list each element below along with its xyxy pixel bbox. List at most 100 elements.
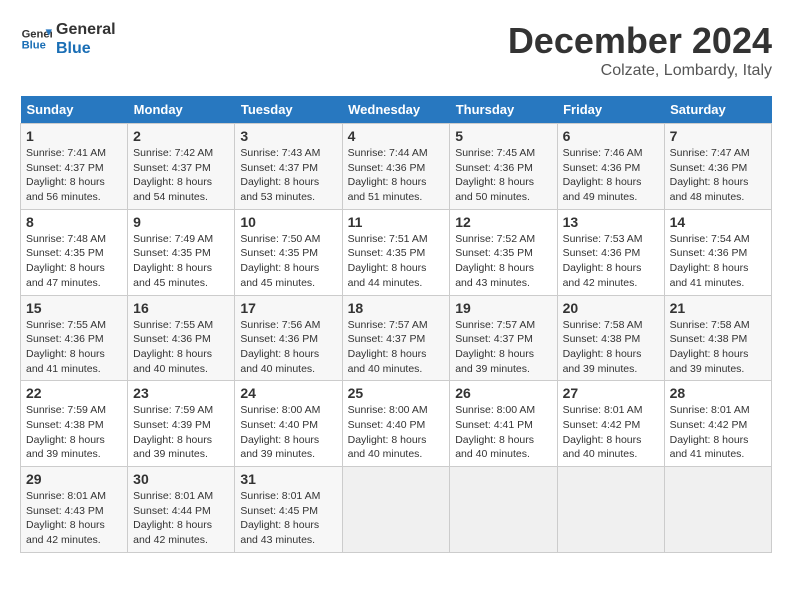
day-info: Sunrise: 7:42 AM Sunset: 4:37 PM Dayligh… [133, 146, 229, 205]
day-number: 13 [563, 214, 659, 230]
col-wednesday: Wednesday [342, 96, 450, 124]
day-info: Sunrise: 7:57 AM Sunset: 4:37 PM Dayligh… [455, 318, 551, 377]
logo-icon: General Blue [20, 23, 52, 55]
table-row: 24 Sunrise: 8:00 AM Sunset: 4:40 PM Dayl… [235, 381, 342, 467]
table-row: 14 Sunrise: 7:54 AM Sunset: 4:36 PM Dayl… [664, 209, 771, 295]
day-number: 21 [670, 300, 766, 316]
page-header: General Blue General Blue December 2024 … [20, 20, 772, 80]
day-number: 3 [240, 128, 336, 144]
day-info: Sunrise: 8:00 AM Sunset: 4:40 PM Dayligh… [348, 403, 445, 462]
day-number: 26 [455, 385, 551, 401]
table-row: 2 Sunrise: 7:42 AM Sunset: 4:37 PM Dayli… [128, 124, 235, 210]
day-number: 27 [563, 385, 659, 401]
day-number: 15 [26, 300, 122, 316]
table-row: 4 Sunrise: 7:44 AM Sunset: 4:36 PM Dayli… [342, 124, 450, 210]
calendar-week-row: 29 Sunrise: 8:01 AM Sunset: 4:43 PM Dayl… [21, 467, 772, 553]
table-row: 19 Sunrise: 7:57 AM Sunset: 4:37 PM Dayl… [450, 295, 557, 381]
day-info: Sunrise: 7:41 AM Sunset: 4:37 PM Dayligh… [26, 146, 122, 205]
day-number: 9 [133, 214, 229, 230]
table-row [664, 467, 771, 553]
day-info: Sunrise: 7:47 AM Sunset: 4:36 PM Dayligh… [670, 146, 766, 205]
day-number: 31 [240, 471, 336, 487]
table-row: 25 Sunrise: 8:00 AM Sunset: 4:40 PM Dayl… [342, 381, 450, 467]
table-row: 5 Sunrise: 7:45 AM Sunset: 4:36 PM Dayli… [450, 124, 557, 210]
table-row: 1 Sunrise: 7:41 AM Sunset: 4:37 PM Dayli… [21, 124, 128, 210]
table-row: 21 Sunrise: 7:58 AM Sunset: 4:38 PM Dayl… [664, 295, 771, 381]
table-row: 26 Sunrise: 8:00 AM Sunset: 4:41 PM Dayl… [450, 381, 557, 467]
table-row: 8 Sunrise: 7:48 AM Sunset: 4:35 PM Dayli… [21, 209, 128, 295]
day-number: 24 [240, 385, 336, 401]
table-row: 12 Sunrise: 7:52 AM Sunset: 4:35 PM Dayl… [450, 209, 557, 295]
day-number: 16 [133, 300, 229, 316]
day-info: Sunrise: 8:00 AM Sunset: 4:40 PM Dayligh… [240, 403, 336, 462]
day-number: 6 [563, 128, 659, 144]
day-info: Sunrise: 7:59 AM Sunset: 4:38 PM Dayligh… [26, 403, 122, 462]
day-info: Sunrise: 7:53 AM Sunset: 4:36 PM Dayligh… [563, 232, 659, 291]
day-number: 25 [348, 385, 445, 401]
table-row: 16 Sunrise: 7:55 AM Sunset: 4:36 PM Dayl… [128, 295, 235, 381]
table-row: 31 Sunrise: 8:01 AM Sunset: 4:45 PM Dayl… [235, 467, 342, 553]
day-number: 30 [133, 471, 229, 487]
location-title: Colzate, Lombardy, Italy [508, 62, 772, 80]
day-info: Sunrise: 7:46 AM Sunset: 4:36 PM Dayligh… [563, 146, 659, 205]
day-number: 23 [133, 385, 229, 401]
month-title: December 2024 [508, 20, 772, 62]
svg-text:Blue: Blue [22, 40, 46, 52]
day-number: 28 [670, 385, 766, 401]
table-row: 7 Sunrise: 7:47 AM Sunset: 4:36 PM Dayli… [664, 124, 771, 210]
day-number: 19 [455, 300, 551, 316]
calendar-header-row: Sunday Monday Tuesday Wednesday Thursday… [21, 96, 772, 124]
day-info: Sunrise: 7:54 AM Sunset: 4:36 PM Dayligh… [670, 232, 766, 291]
table-row: 6 Sunrise: 7:46 AM Sunset: 4:36 PM Dayli… [557, 124, 664, 210]
table-row: 9 Sunrise: 7:49 AM Sunset: 4:35 PM Dayli… [128, 209, 235, 295]
logo: General Blue General Blue [20, 20, 116, 58]
logo-line1: General [56, 20, 116, 39]
day-info: Sunrise: 7:45 AM Sunset: 4:36 PM Dayligh… [455, 146, 551, 205]
day-info: Sunrise: 8:00 AM Sunset: 4:41 PM Dayligh… [455, 403, 551, 462]
day-number: 10 [240, 214, 336, 230]
day-info: Sunrise: 8:01 AM Sunset: 4:42 PM Dayligh… [670, 403, 766, 462]
table-row: 10 Sunrise: 7:50 AM Sunset: 4:35 PM Dayl… [235, 209, 342, 295]
day-info: Sunrise: 7:56 AM Sunset: 4:36 PM Dayligh… [240, 318, 336, 377]
logo-line2: Blue [56, 39, 116, 58]
day-number: 14 [670, 214, 766, 230]
table-row: 30 Sunrise: 8:01 AM Sunset: 4:44 PM Dayl… [128, 467, 235, 553]
table-row: 13 Sunrise: 7:53 AM Sunset: 4:36 PM Dayl… [557, 209, 664, 295]
day-number: 8 [26, 214, 122, 230]
calendar-week-row: 15 Sunrise: 7:55 AM Sunset: 4:36 PM Dayl… [21, 295, 772, 381]
day-number: 11 [348, 214, 445, 230]
table-row: 28 Sunrise: 8:01 AM Sunset: 4:42 PM Dayl… [664, 381, 771, 467]
calendar-week-row: 8 Sunrise: 7:48 AM Sunset: 4:35 PM Dayli… [21, 209, 772, 295]
table-row [450, 467, 557, 553]
table-row [342, 467, 450, 553]
table-row: 18 Sunrise: 7:57 AM Sunset: 4:37 PM Dayl… [342, 295, 450, 381]
table-row: 27 Sunrise: 8:01 AM Sunset: 4:42 PM Dayl… [557, 381, 664, 467]
day-info: Sunrise: 7:58 AM Sunset: 4:38 PM Dayligh… [670, 318, 766, 377]
col-friday: Friday [557, 96, 664, 124]
day-number: 7 [670, 128, 766, 144]
day-info: Sunrise: 7:51 AM Sunset: 4:35 PM Dayligh… [348, 232, 445, 291]
table-row: 11 Sunrise: 7:51 AM Sunset: 4:35 PM Dayl… [342, 209, 450, 295]
day-info: Sunrise: 8:01 AM Sunset: 4:44 PM Dayligh… [133, 489, 229, 548]
day-number: 5 [455, 128, 551, 144]
day-info: Sunrise: 7:43 AM Sunset: 4:37 PM Dayligh… [240, 146, 336, 205]
day-info: Sunrise: 7:59 AM Sunset: 4:39 PM Dayligh… [133, 403, 229, 462]
day-info: Sunrise: 7:49 AM Sunset: 4:35 PM Dayligh… [133, 232, 229, 291]
day-info: Sunrise: 8:01 AM Sunset: 4:45 PM Dayligh… [240, 489, 336, 548]
table-row: 17 Sunrise: 7:56 AM Sunset: 4:36 PM Dayl… [235, 295, 342, 381]
day-number: 17 [240, 300, 336, 316]
day-number: 4 [348, 128, 445, 144]
day-info: Sunrise: 7:55 AM Sunset: 4:36 PM Dayligh… [133, 318, 229, 377]
table-row: 3 Sunrise: 7:43 AM Sunset: 4:37 PM Dayli… [235, 124, 342, 210]
day-info: Sunrise: 7:50 AM Sunset: 4:35 PM Dayligh… [240, 232, 336, 291]
day-number: 20 [563, 300, 659, 316]
day-info: Sunrise: 7:48 AM Sunset: 4:35 PM Dayligh… [26, 232, 122, 291]
title-area: December 2024 Colzate, Lombardy, Italy [508, 20, 772, 80]
day-info: Sunrise: 7:44 AM Sunset: 4:36 PM Dayligh… [348, 146, 445, 205]
day-info: Sunrise: 7:52 AM Sunset: 4:35 PM Dayligh… [455, 232, 551, 291]
day-number: 2 [133, 128, 229, 144]
day-info: Sunrise: 8:01 AM Sunset: 4:43 PM Dayligh… [26, 489, 122, 548]
calendar-table: Sunday Monday Tuesday Wednesday Thursday… [20, 96, 772, 553]
table-row: 22 Sunrise: 7:59 AM Sunset: 4:38 PM Dayl… [21, 381, 128, 467]
day-info: Sunrise: 7:55 AM Sunset: 4:36 PM Dayligh… [26, 318, 122, 377]
